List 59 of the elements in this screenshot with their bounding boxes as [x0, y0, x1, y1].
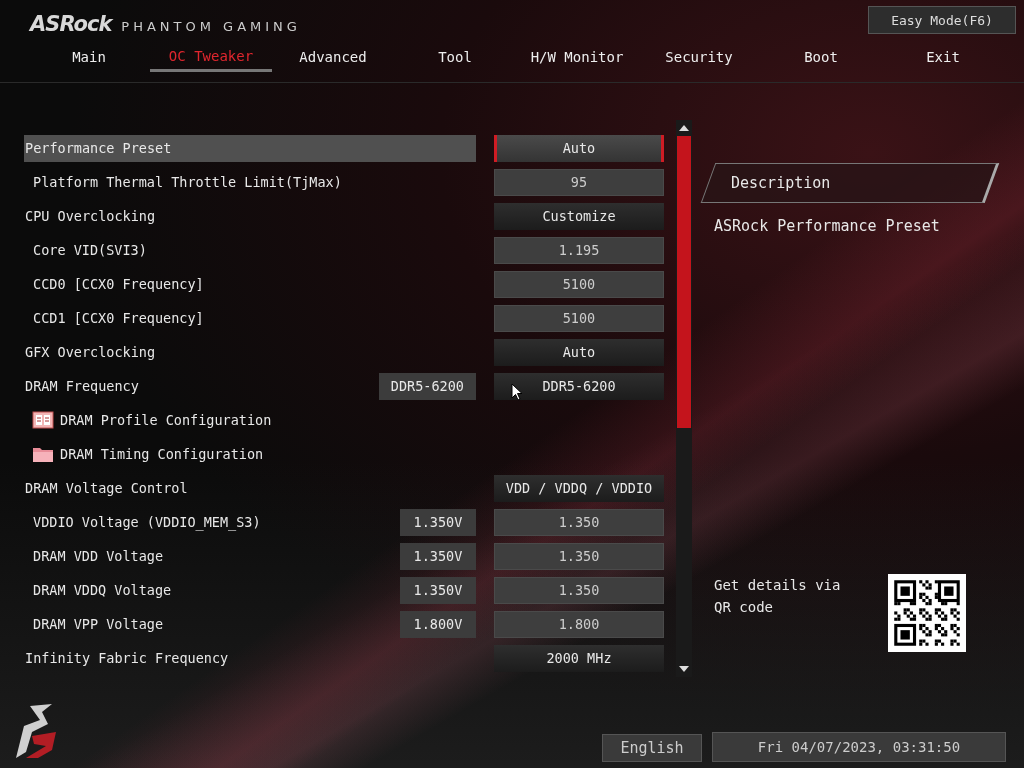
- selected-row-highlight[interactable]: Performance Preset: [24, 134, 476, 162]
- setting-label: DRAM Frequency: [24, 378, 140, 394]
- setting-label: VDDIO Voltage (VDDIO_MEM_S3): [32, 514, 262, 530]
- current-value: 1.350V: [400, 576, 476, 604]
- easy-mode-button[interactable]: Easy Mode(F6): [868, 6, 1016, 34]
- description-header: Description: [700, 163, 1000, 203]
- value-field[interactable]: 95: [494, 168, 664, 196]
- setting-label: Performance Preset: [24, 140, 173, 156]
- scrollbar[interactable]: [676, 120, 692, 677]
- language-button[interactable]: English: [602, 734, 702, 762]
- folder-icon: [32, 445, 54, 463]
- book-icon: [32, 411, 54, 429]
- menu-tab[interactable]: Advanced: [272, 42, 394, 72]
- value-field[interactable]: 1.800: [494, 610, 664, 638]
- setting-label: CCD1 [CCX0 Frequency]: [32, 310, 205, 326]
- mouse-cursor-icon: [511, 383, 523, 401]
- date-time: Fri 04/07/2023, 03:31:50: [712, 732, 1006, 762]
- scroll-down-icon[interactable]: [679, 666, 689, 672]
- setting-label: CPU Overclocking: [24, 208, 157, 224]
- value-field[interactable]: 1.350: [494, 508, 664, 536]
- setting-label: Core VID(SVI3): [32, 242, 148, 258]
- current-value: 1.350V: [400, 508, 476, 536]
- current-value: 1.350V: [400, 542, 476, 570]
- value-field[interactable]: 1.195: [494, 236, 664, 264]
- menu-tab[interactable]: OC Tweaker: [150, 42, 272, 72]
- setting-label: CCD0 [CCX0 Frequency]: [32, 276, 205, 292]
- setting-label: DRAM VDD Voltage: [32, 548, 165, 564]
- qr-caption: Get details via QR code: [714, 576, 842, 617]
- setting-label: DRAM VDDQ Voltage: [32, 582, 173, 598]
- qr-code-icon: [888, 574, 966, 652]
- value-field[interactable]: 1.350: [494, 576, 664, 604]
- current-value: DDR5-6200: [378, 372, 476, 400]
- description-text: ASRock Performance Preset: [713, 216, 941, 235]
- setting-label: GFX Overclocking: [24, 344, 157, 360]
- value-field[interactable]: 1.350: [494, 542, 664, 570]
- setting-label: DRAM VPP Voltage: [32, 616, 165, 632]
- setting-label: DRAM Voltage Control: [24, 480, 189, 496]
- brand-logo: ASRock: [30, 12, 112, 36]
- brand-subtitle: PHANTOM GAMING: [121, 19, 301, 34]
- setting-label: Infinity Fabric Frequency: [24, 650, 230, 666]
- menu-tab[interactable]: H/W Monitor: [516, 42, 638, 72]
- menu-tab[interactable]: Exit: [882, 42, 1004, 72]
- value-field[interactable]: 5100: [494, 270, 664, 298]
- option-dropdown[interactable]: Customize: [494, 202, 664, 230]
- menu-tab[interactable]: Tool: [394, 42, 516, 72]
- menu-tab[interactable]: Boot: [760, 42, 882, 72]
- option-dropdown[interactable]: Auto: [494, 134, 664, 162]
- menu-tab[interactable]: Security: [638, 42, 760, 72]
- current-value: 1.800V: [400, 610, 476, 638]
- option-dropdown[interactable]: 2000 MHz: [494, 644, 664, 672]
- menu-tab[interactable]: Main: [28, 42, 150, 72]
- setting-label: Platform Thermal Throttle Limit(TjMax): [32, 174, 343, 190]
- value-field[interactable]: 5100: [494, 304, 664, 332]
- submenu-item[interactable]: DRAM Profile Configuration: [60, 412, 476, 428]
- scroll-up-icon[interactable]: [679, 125, 689, 131]
- option-dropdown[interactable]: Auto: [494, 338, 664, 366]
- option-dropdown[interactable]: VDD / VDDQ / VDDIO: [494, 474, 664, 502]
- submenu-item[interactable]: DRAM Timing Configuration: [60, 446, 476, 462]
- option-dropdown[interactable]: DDR5-6200: [494, 372, 664, 400]
